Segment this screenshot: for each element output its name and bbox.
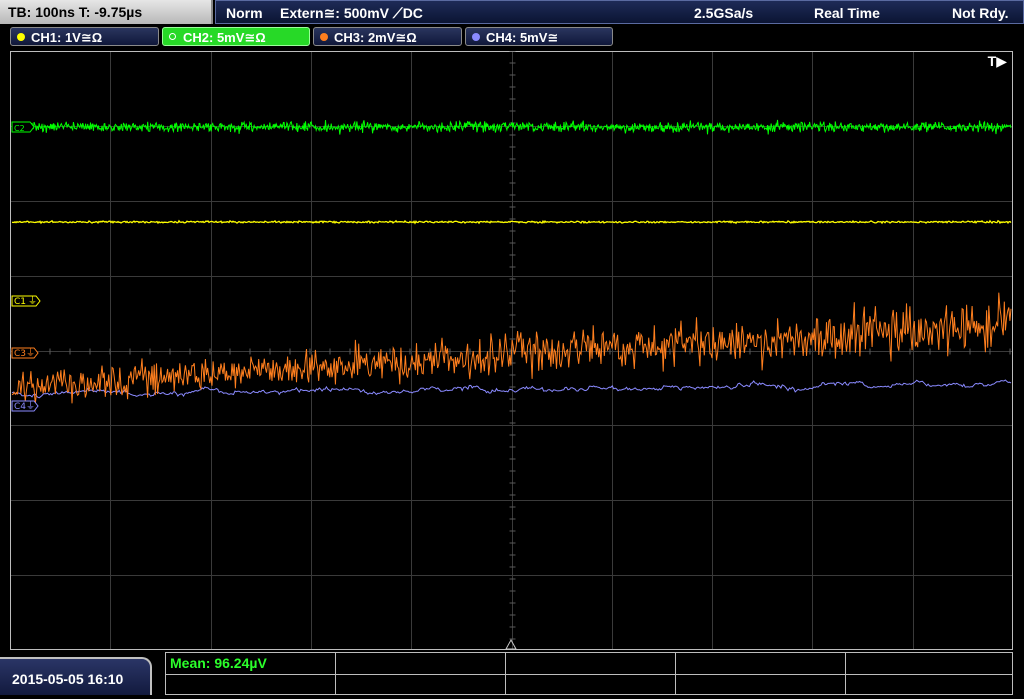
waveform-display[interactable]: C2 C1 ⏚ C3 ⏚ C4 ⏚ T▶ — [10, 51, 1013, 650]
trigger-mode: Norm — [226, 5, 263, 21]
channel-2-tab[interactable]: CH2: 5mV≅Ω — [162, 27, 310, 46]
sample-rate: 2.5GSa/s — [694, 5, 754, 21]
channel-4-marker-label: C4 — [14, 402, 26, 412]
channel-3-tab[interactable]: CH3: 2mV≅Ω — [313, 27, 462, 46]
channel-1-trace — [11, 219, 1012, 225]
measurement-bar: Mean: 96.24µV — [165, 652, 1013, 695]
trigger-source: Extern≅: 500mV ⟋DC — [280, 5, 423, 21]
channel-1-label: CH1: 1V≅Ω — [31, 30, 103, 45]
trigger-flag[interactable]: T▶ — [988, 53, 1007, 70]
channel-1-color-dot — [17, 33, 25, 41]
measurement-slot[interactable] — [846, 653, 1012, 674]
channel-bar: CH1: 1V≅Ω CH2: 5mV≅Ω CH3: 2mV≅Ω CH4: 5mV… — [0, 26, 1024, 48]
traces — [11, 119, 1012, 404]
channel-2-trace — [11, 119, 1012, 135]
measurement-slot[interactable] — [506, 653, 676, 674]
acquisition-status[interactable]: Norm Extern≅: 500mV ⟋DC 2.5GSa/s Real Ti… — [215, 0, 1024, 24]
ground-symbol-icon: ⏚ — [26, 348, 35, 359]
channel-4-color-dot — [472, 33, 480, 41]
channel-2-label: CH2: 5mV≅Ω — [183, 30, 266, 45]
measurement-slot[interactable] — [676, 653, 846, 674]
channel-markers: C2 C1 ⏚ C3 ⏚ C4 ⏚ — [11, 121, 41, 412]
ground-symbol-icon: ⏚ — [28, 296, 37, 307]
ground-symbol-icon: ⏚ — [26, 401, 35, 412]
waveform-canvas[interactable]: C2 C1 ⏚ C3 ⏚ C4 ⏚ — [10, 51, 1013, 650]
timebase-readout[interactable]: TB: 100ns T: -9.75µs — [0, 0, 213, 24]
run-state: Not Rdy. — [952, 5, 1009, 21]
channel-3-color-dot — [320, 33, 328, 41]
channel-3-label: CH3: 2mV≅Ω — [334, 30, 417, 45]
measurement-slot[interactable] — [506, 674, 676, 695]
channel-1-marker-label: C1 — [14, 297, 26, 307]
channel-4-label: CH4: 5mV≅ — [486, 30, 559, 45]
measurement-slot[interactable] — [166, 674, 336, 695]
channel-2-marker-label: C2 — [14, 124, 25, 133]
trigger-triangle-icon[interactable] — [505, 638, 517, 650]
channel-2-color-dot — [169, 33, 176, 40]
channel-1-tab[interactable]: CH1: 1V≅Ω — [10, 27, 159, 46]
date-time-text: 2015-05-05 16:10 — [12, 671, 124, 687]
channel-3-marker[interactable]: C3 ⏚ — [11, 347, 39, 359]
measurement-slot[interactable] — [676, 674, 846, 695]
measurement-slot[interactable] — [336, 653, 506, 674]
measurement-mean[interactable]: Mean: 96.24µV — [166, 653, 336, 674]
timebase-text: TB: 100ns T: -9.75µs — [8, 4, 143, 20]
measurement-slot[interactable] — [846, 674, 1012, 695]
date-time[interactable]: 2015-05-05 16:10 — [0, 657, 152, 695]
channel-4-marker[interactable]: C4 ⏚ — [11, 400, 39, 412]
status-bar: TB: 100ns T: -9.75µs Norm Extern≅: 500mV… — [0, 0, 1024, 24]
channel-4-tab[interactable]: CH4: 5mV≅ — [465, 27, 613, 46]
channel-3-marker-label: C3 — [14, 349, 26, 359]
channel-1-marker[interactable]: C1 ⏚ — [11, 295, 41, 307]
acquisition-mode: Real Time — [814, 5, 880, 21]
channel-2-marker[interactable]: C2 — [11, 121, 35, 133]
measurement-slot[interactable] — [336, 674, 506, 695]
